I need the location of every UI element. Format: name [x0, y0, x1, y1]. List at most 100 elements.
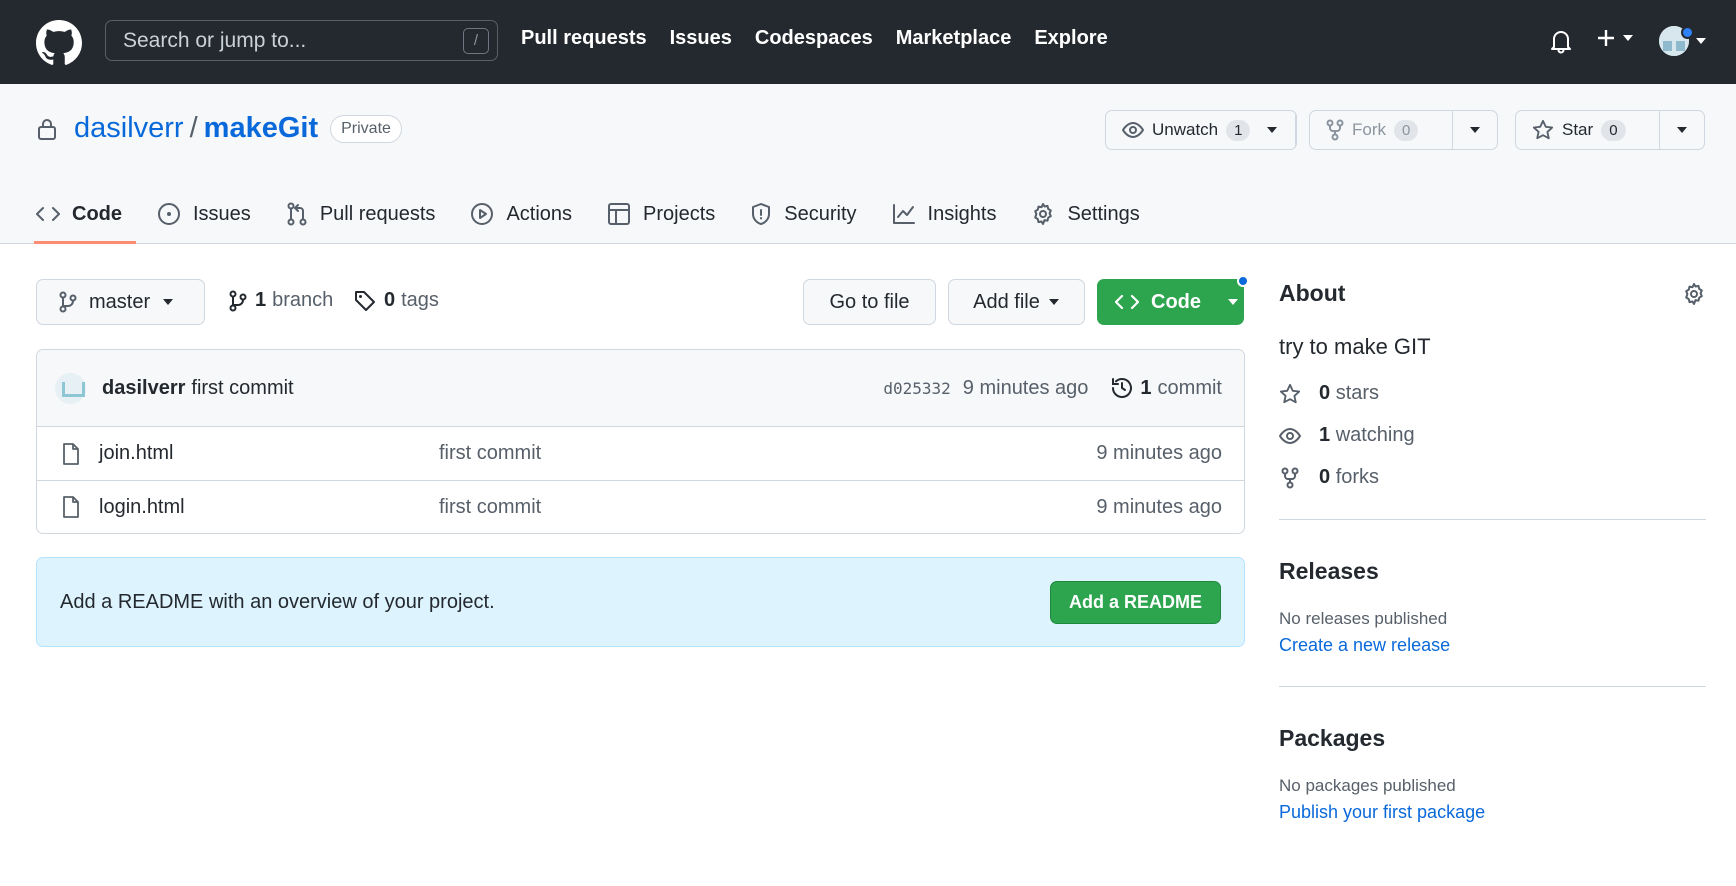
- tab-security[interactable]: Security: [750, 186, 857, 242]
- add-file-label: Add file: [973, 290, 1040, 313]
- add-readme-button[interactable]: Add a README: [1049, 580, 1221, 624]
- issue-icon: [158, 203, 180, 225]
- tag-icon: [355, 290, 375, 311]
- file-icon: [63, 442, 79, 465]
- tags-link[interactable]: 0 tags: [354, 289, 439, 312]
- branch-icon: [59, 291, 77, 313]
- about-heading: About: [1279, 280, 1346, 306]
- create-release-link[interactable]: Create a new release: [1279, 635, 1706, 656]
- repo-separator: /: [189, 112, 198, 144]
- latest-commit-bar: dasilverr first commit d025332 9 minutes…: [37, 350, 1244, 427]
- add-file-button[interactable]: Add file: [948, 279, 1085, 325]
- tab-issues[interactable]: Issues: [157, 186, 251, 242]
- table-row: join.html first commit 9 minutes ago: [37, 427, 1244, 480]
- watching-word: watching: [1335, 424, 1415, 446]
- code-button-notification-dot: [1237, 275, 1249, 287]
- file-icon: [63, 496, 79, 518]
- packages-empty: No packages published: [1279, 776, 1456, 795]
- fork-button-group: Fork 0: [1309, 110, 1498, 150]
- search-shortcut-key: /: [463, 28, 489, 54]
- fork-count: 0: [1394, 119, 1419, 141]
- branch-count: 1: [255, 289, 267, 311]
- tab-projects[interactable]: Projects: [607, 186, 715, 242]
- table-icon: [608, 203, 631, 225]
- star-button[interactable]: Star 0: [1516, 111, 1660, 149]
- code-button[interactable]: Code: [1097, 279, 1244, 325]
- star-dropdown[interactable]: [1660, 111, 1704, 149]
- gear-icon[interactable]: [1682, 282, 1706, 306]
- shield-icon: [752, 203, 771, 225]
- nav-issues[interactable]: Issues: [670, 27, 732, 50]
- commit-message[interactable]: first commit: [191, 377, 293, 400]
- packages-heading[interactable]: Packages: [1279, 725, 1706, 752]
- stars-count: 0: [1319, 382, 1331, 404]
- stars-link[interactable]: 0 stars: [1279, 382, 1706, 405]
- releases-heading[interactable]: Releases: [1279, 558, 1706, 585]
- sidebar: About try to make GIT 0 stars 1 watching…: [1279, 280, 1706, 823]
- nav-explore[interactable]: Explore: [1034, 27, 1107, 50]
- branch-selector[interactable]: master: [36, 279, 205, 325]
- history-icon: [1112, 378, 1133, 398]
- caret-down-icon: [1470, 127, 1480, 133]
- branch-name: master: [89, 290, 151, 313]
- divider: [1279, 519, 1706, 520]
- commit-history-link[interactable]: 1 commit: [1110, 376, 1222, 400]
- star-icon: [1532, 119, 1554, 140]
- caret-down-icon: [163, 299, 174, 305]
- readme-banner: Add a README with an overview of your pr…: [36, 557, 1245, 647]
- branch-icon: [229, 290, 247, 311]
- unwatch-button-group: Unwatch 1: [1105, 110, 1297, 150]
- repo-header: dasilverr / makeGit Private Unwatch 1 Fo…: [0, 84, 1736, 244]
- file-name-link[interactable]: login.html: [99, 496, 439, 519]
- create-new-menu[interactable]: [1596, 28, 1634, 48]
- commit-author[interactable]: dasilverr: [102, 377, 185, 400]
- notifications-bell-icon[interactable]: [1549, 28, 1573, 54]
- watch-count: 1: [1226, 119, 1251, 141]
- caret-down-icon: [1623, 35, 1633, 41]
- watching-link[interactable]: 1 watching: [1279, 424, 1706, 447]
- avatar[interactable]: [55, 372, 86, 404]
- publish-package-link[interactable]: Publish your first package: [1279, 802, 1706, 823]
- unwatch-label: Unwatch: [1152, 120, 1219, 139]
- caret-down-icon: [1228, 299, 1238, 305]
- tab-actions[interactable]: Actions: [470, 186, 572, 242]
- nav-codespaces[interactable]: Codespaces: [755, 27, 873, 50]
- tab-pull-requests[interactable]: Pull requests: [286, 186, 435, 242]
- tab-insights[interactable]: Insights: [892, 186, 996, 242]
- tab-code[interactable]: Code: [34, 186, 136, 244]
- fork-dropdown[interactable]: [1453, 111, 1497, 149]
- star-count: 0: [1601, 119, 1626, 141]
- branches-link[interactable]: 1 branch: [229, 289, 333, 312]
- nav-marketplace[interactable]: Marketplace: [896, 27, 1012, 50]
- readme-prompt: Add a README with an overview of your pr…: [60, 590, 495, 613]
- unwatch-button[interactable]: Unwatch 1: [1106, 111, 1296, 149]
- lock-icon: [38, 118, 56, 140]
- star-icon: [1279, 383, 1301, 403]
- nav-pull-requests[interactable]: Pull requests: [521, 27, 647, 50]
- file-commit-message[interactable]: first commit: [439, 442, 541, 465]
- watching-count: 1: [1319, 424, 1331, 446]
- top-nav: Pull requests Issues Codespaces Marketpl…: [521, 27, 1131, 50]
- file-commit-time: 9 minutes ago: [1096, 495, 1222, 518]
- tab-settings[interactable]: Settings: [1031, 186, 1140, 242]
- repo-owner-link[interactable]: dasilverr: [74, 112, 184, 145]
- commit-sha[interactable]: d025332: [883, 379, 950, 398]
- code-button-label: Code: [1151, 290, 1201, 313]
- github-logo-icon[interactable]: [36, 20, 82, 66]
- tag-count: 0: [384, 289, 396, 311]
- repo-name-link[interactable]: makeGit: [204, 112, 318, 145]
- caret-down-icon: [1267, 127, 1278, 133]
- code-icon: [1115, 294, 1139, 310]
- fork-button[interactable]: Fork 0: [1310, 111, 1453, 149]
- stars-word: stars: [1335, 382, 1380, 404]
- search-input[interactable]: Search or jump to... /: [105, 20, 498, 61]
- file-rows: join.html first commit 9 minutes ago log…: [37, 427, 1244, 533]
- file-commit-message[interactable]: first commit: [439, 496, 541, 519]
- file-name-link[interactable]: join.html: [99, 442, 439, 465]
- play-icon: [471, 203, 494, 225]
- forks-count: 0: [1319, 466, 1331, 488]
- repo-title: dasilverr / makeGit Private: [36, 112, 402, 145]
- go-to-file-button[interactable]: Go to file: [803, 279, 936, 325]
- eye-icon: [1279, 427, 1301, 444]
- forks-link[interactable]: 0 forks: [1279, 466, 1706, 489]
